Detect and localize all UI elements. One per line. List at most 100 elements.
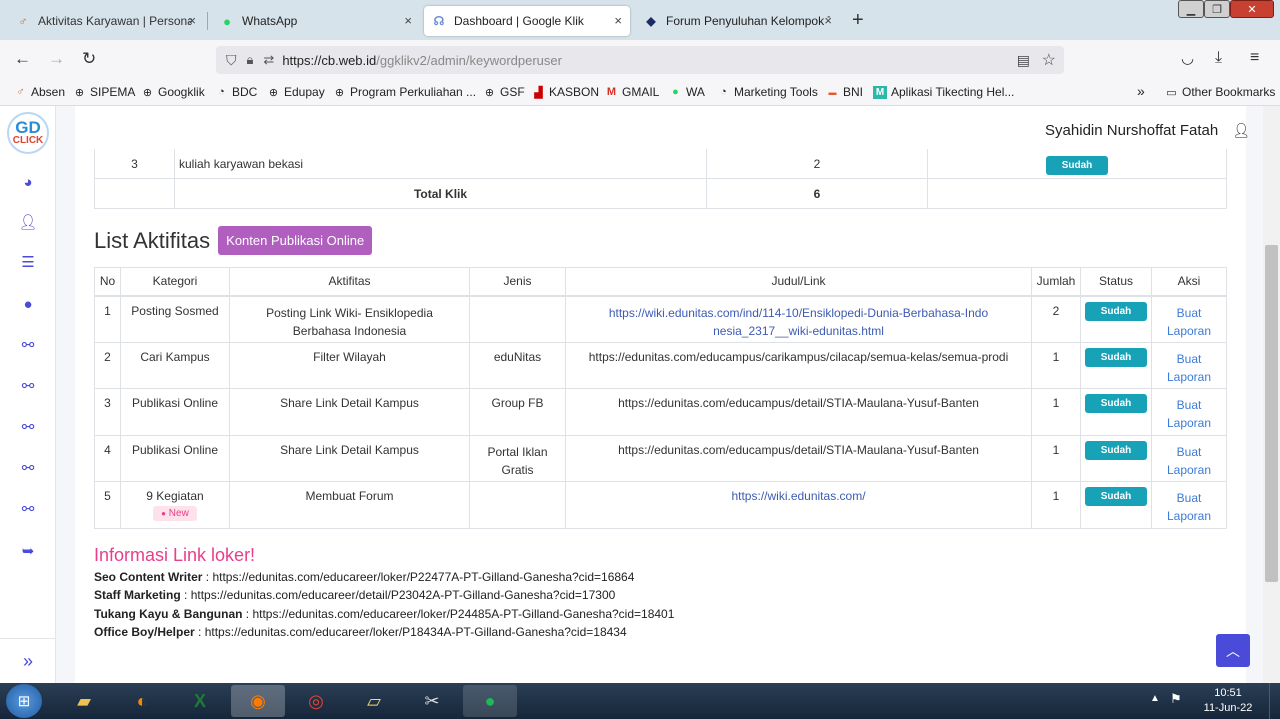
- maximize-button[interactable]: ❐: [1204, 0, 1230, 18]
- tab-label: WhatsApp: [242, 14, 298, 28]
- file-explorer-icon[interactable]: ▰: [57, 685, 111, 717]
- close-window-button[interactable]: ✕: [1230, 0, 1274, 18]
- new-tab-button[interactable]: +: [852, 9, 864, 32]
- bookmark-item[interactable]: ▟ KASBON: [532, 85, 599, 99]
- bookmark-item[interactable]: ⊕ Program Perkuliahan ...: [333, 85, 476, 99]
- user-name: Syahidin Nurshoffat Fatah: [1045, 122, 1219, 139]
- kategori-text: 9 Kegiatan: [146, 489, 204, 503]
- chrome-icon[interactable]: ◎: [289, 685, 343, 717]
- close-tab-icon[interactable]: ×: [824, 13, 832, 28]
- bookmark-item[interactable]: ⊕ SIPEMA: [73, 85, 135, 99]
- chevron-up-icon: ︿: [1226, 642, 1240, 659]
- cell-link: https://edunitas.com/educampus/carikampu…: [565, 342, 1032, 389]
- bookmark-item[interactable]: ▬ BNI: [826, 85, 864, 99]
- konten-publikasi-button[interactable]: Konten Publikasi Online: [218, 226, 373, 255]
- bookmark-item[interactable]: ⊕ GSF: [483, 85, 525, 99]
- user-menu[interactable]: Syahidin Nurshoffat Fatah 👤︎: [1045, 122, 1250, 139]
- link-icon[interactable]: ⚯: [18, 458, 38, 478]
- table-row: 4 Publikasi Online Share Link Detail Kam…: [94, 435, 1227, 482]
- bookmark-item[interactable]: ⊕ Googklik: [141, 85, 205, 99]
- address-bar[interactable]: ⛉ 🔒︎ ⇄ https://cb.web.id /ggklikv2/admin…: [216, 46, 1064, 74]
- logout-icon[interactable]: ➥: [18, 541, 38, 561]
- cell-kategori: 9 Kegiatan ● New: [120, 481, 230, 529]
- buat-laporan-link[interactable]: Buat Laporan: [1167, 352, 1211, 384]
- table-row: 3 Publikasi Online Share Link Detail Kam…: [94, 388, 1227, 436]
- more-bookmarks-icon[interactable]: »: [1137, 83, 1145, 99]
- bookmark-item[interactable]: ⊕ Edupay: [267, 85, 325, 99]
- bookmark-item[interactable]: ◔ Marketing Tools: [717, 85, 818, 99]
- pocket-icon[interactable]: ◡: [1181, 49, 1194, 67]
- cell-status: Sudah: [1080, 388, 1152, 436]
- cell-jenis: Group FB: [469, 388, 566, 436]
- tray-overflow-icon[interactable]: ▲: [1150, 693, 1160, 704]
- forward-arrow-icon[interactable]: →: [48, 49, 65, 69]
- firefox-icon[interactable]: ◉: [231, 685, 285, 717]
- app-logo[interactable]: GD CLICK: [7, 112, 49, 154]
- status-badge: Sudah: [1085, 301, 1147, 321]
- reload-icon[interactable]: ↻: [82, 49, 96, 69]
- excel-icon[interactable]: X: [173, 685, 227, 717]
- cell-status: Sudah: [1080, 295, 1152, 343]
- link-icon[interactable]: ⚯: [18, 499, 38, 519]
- bookmark-item[interactable]: M Aplikasi Tikecting Hel...: [873, 85, 1014, 99]
- buat-laporan-link[interactable]: Buat Laporan: [1167, 398, 1211, 430]
- table-cell-empty: [94, 177, 175, 209]
- other-bookmarks[interactable]: ▭ Other Bookmarks: [1165, 85, 1275, 99]
- action-center-flag-icon[interactable]: ⚑: [1170, 691, 1182, 707]
- buat-laporan-link[interactable]: Buat Laporan: [1167, 445, 1211, 477]
- show-desktop-button[interactable]: [1269, 683, 1280, 719]
- whatsapp-icon: ●: [223, 13, 231, 29]
- dashboard-gauge-icon[interactable]: ◕: [18, 172, 38, 192]
- shield-icon: ⛉: [226, 51, 237, 68]
- system-clock[interactable]: 10:51 11-Jun-22: [1196, 686, 1260, 716]
- reader-view-icon[interactable]: ▤: [1017, 52, 1030, 69]
- close-tab-icon[interactable]: ×: [404, 13, 412, 28]
- burner-app-icon[interactable]: ◐: [115, 685, 169, 717]
- activity-link[interactable]: https://wiki.edunitas.com/ind/114-10/Ens…: [609, 306, 988, 338]
- buat-laporan-link[interactable]: Buat Laporan: [1167, 306, 1211, 338]
- start-button-windows-icon[interactable]: ⊞: [6, 684, 42, 718]
- bookmark-label: Googklik: [158, 85, 205, 99]
- expand-sidebar-icon[interactable]: »: [18, 651, 38, 671]
- cell-no: 4: [94, 435, 121, 482]
- link-icon[interactable]: ⚯: [18, 376, 38, 396]
- bookmark-item[interactable]: ● WA: [669, 85, 705, 99]
- clock-date: 11-Jun-22: [1203, 702, 1253, 714]
- link-icon[interactable]: ⚯: [18, 335, 38, 355]
- bookmark-item[interactable]: ♂ Absen: [14, 85, 65, 99]
- close-tab-icon[interactable]: ×: [188, 13, 196, 28]
- bookmark-favicon-icon: M: [873, 85, 887, 99]
- sticky-notes-icon[interactable]: ▱: [347, 685, 401, 717]
- snipping-tool-icon[interactable]: ✂: [405, 685, 459, 717]
- back-arrow-icon[interactable]: ←: [14, 49, 31, 69]
- tab-aktivitas-karyawan[interactable]: ♂ Aktivitas Karyawan | Personalia ×: [8, 6, 204, 36]
- buat-laporan-link[interactable]: Buat Laporan: [1167, 491, 1211, 523]
- tab-whatsapp[interactable]: ● WhatsApp ×: [212, 6, 420, 36]
- list-icon[interactable]: ☰: [18, 252, 38, 272]
- spotify-icon[interactable]: ●: [463, 685, 517, 717]
- separator: :: [180, 588, 191, 603]
- table-cell-no: 3: [94, 149, 175, 179]
- bookmark-favicon-icon: ▟: [534, 86, 543, 99]
- close-tab-icon[interactable]: ×: [614, 13, 622, 28]
- tab-dashboard-google-klik[interactable]: ☊ Dashboard | Google Klik ×: [424, 6, 630, 36]
- link-icon[interactable]: ⚯: [18, 417, 38, 437]
- globe-icon[interactable]: ●: [18, 294, 38, 314]
- column-header: Aktifitas: [229, 267, 470, 297]
- user-icon[interactable]: 👤︎: [18, 212, 38, 232]
- bookmark-item[interactable]: M GMAIL: [605, 85, 659, 99]
- tab-forum-penyuluhan[interactable]: ◆ Forum Penyuluhan Kelompok T ×: [636, 6, 840, 36]
- cell-jenis: eduNitas: [469, 342, 566, 389]
- scroll-to-top-button[interactable]: ︿: [1216, 634, 1250, 667]
- menu-icon[interactable]: ≡: [1250, 49, 1259, 67]
- scrollbar-thumb[interactable]: [1265, 245, 1278, 582]
- bookmark-star-icon[interactable]: ☆: [1042, 50, 1056, 70]
- activity-link[interactable]: https://wiki.edunitas.com/: [731, 489, 865, 503]
- bookmark-item[interactable]: ◔ BDC: [215, 85, 257, 99]
- table-cell-empty: [927, 177, 1227, 209]
- loker-item: Tukang Kayu & Bangunan : https://edunita…: [94, 605, 674, 623]
- whatsapp-icon: ●: [672, 86, 679, 98]
- minimize-button[interactable]: ▁: [1178, 0, 1204, 18]
- download-icon[interactable]: ⤓: [1215, 49, 1222, 67]
- loker-position: Office Boy/Helper: [94, 624, 195, 639]
